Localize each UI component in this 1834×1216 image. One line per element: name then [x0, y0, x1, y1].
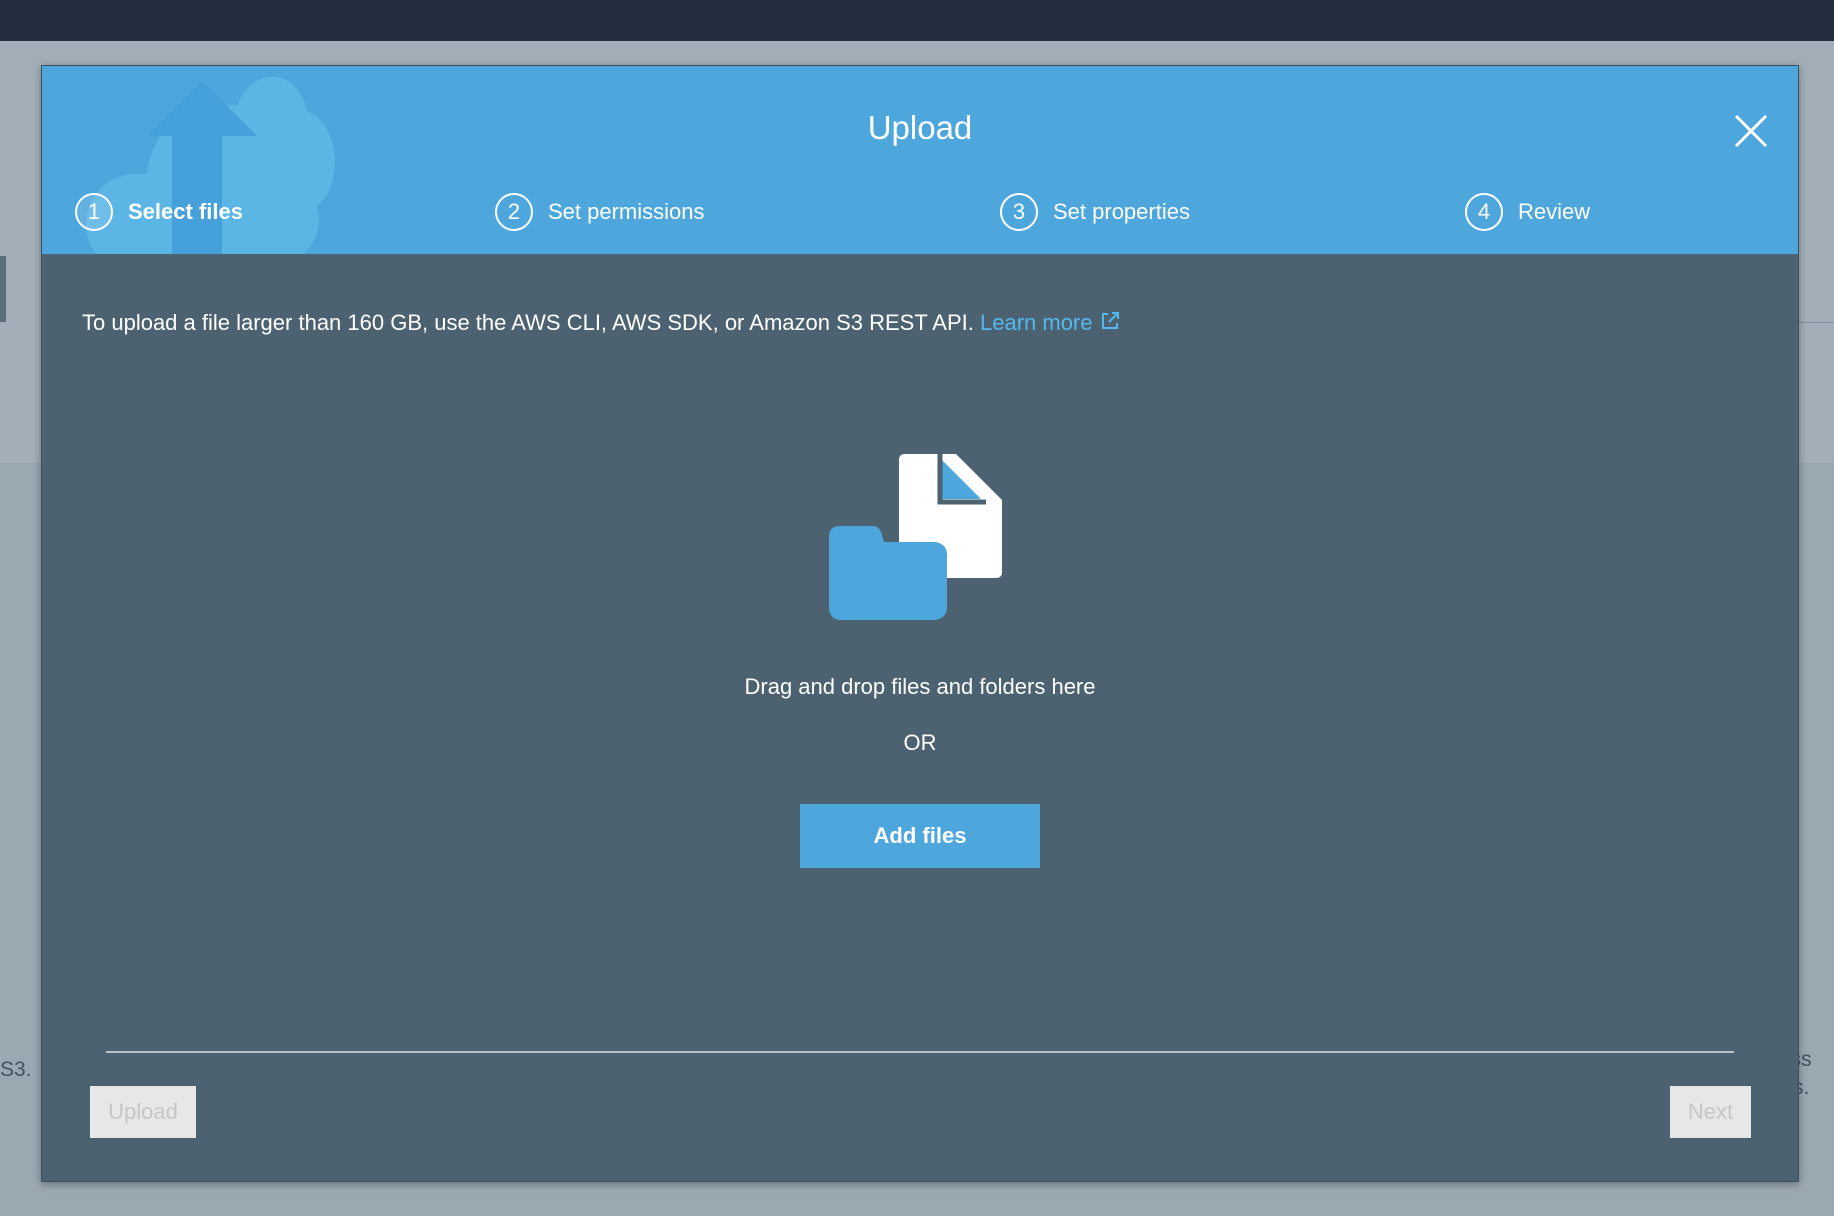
- step-number: 1: [75, 193, 113, 231]
- or-separator: OR: [903, 730, 937, 755]
- console-top-bar: [0, 0, 1834, 41]
- notice-text: To upload a file larger than 160 GB, use…: [82, 310, 974, 335]
- upload-button[interactable]: Upload: [90, 1086, 196, 1138]
- close-icon[interactable]: [1732, 112, 1770, 150]
- step-number: 3: [1000, 193, 1038, 231]
- step-label: Review: [1518, 199, 1591, 224]
- step-set-properties[interactable]: 3 Set properties: [1000, 190, 1190, 234]
- step-review[interactable]: 4 Review: [1465, 190, 1590, 234]
- step-number: 2: [495, 193, 533, 231]
- background-tab-edge: [0, 256, 6, 322]
- learn-more-link[interactable]: Learn more: [980, 310, 1121, 335]
- modal-header: Upload 1 Select files 2 Set permissions …: [42, 66, 1798, 254]
- step-label: Select files: [128, 199, 243, 224]
- step-set-permissions[interactable]: 2 Set permissions: [495, 190, 705, 234]
- learn-more-label: Learn more: [979, 310, 1093, 335]
- next-button[interactable]: Next: [1670, 1086, 1751, 1138]
- size-limit-notice: To upload a file larger than 160 GB, use…: [82, 310, 1121, 336]
- dropzone-text: Drag and drop files and folders here: [744, 674, 1096, 699]
- step-label: Set permissions: [548, 199, 705, 224]
- external-link-icon: [1101, 312, 1119, 329]
- background-text-left: S3.: [0, 1058, 32, 1081]
- add-files-button[interactable]: Add files: [800, 804, 1040, 868]
- step-select-files[interactable]: 1 Select files: [75, 190, 243, 234]
- footer-divider: [106, 1051, 1734, 1053]
- upload-modal: Upload 1 Select files 2 Set permissions …: [41, 65, 1799, 1182]
- step-label: Set properties: [1053, 199, 1190, 224]
- modal-title: Upload: [867, 109, 973, 146]
- step-number: 4: [1465, 193, 1503, 231]
- folder-and-file-icon: [829, 454, 1002, 620]
